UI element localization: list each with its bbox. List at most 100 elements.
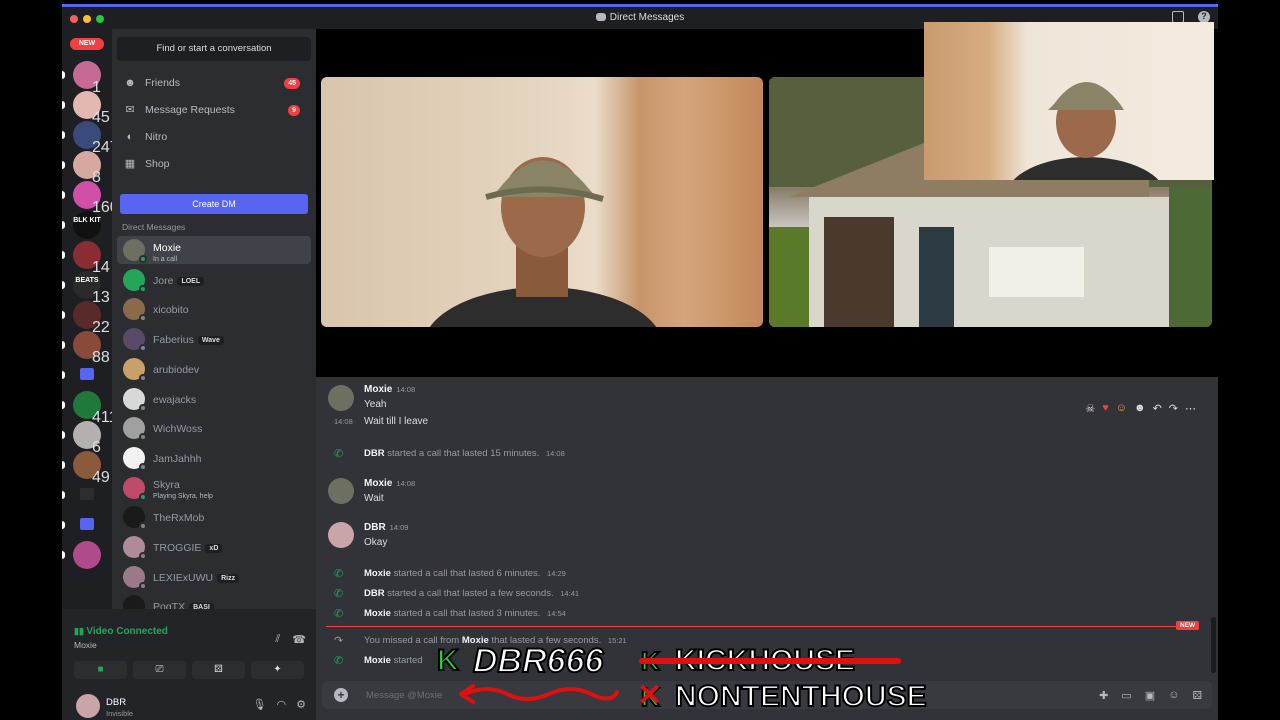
chat-scrollbar[interactable] (1211, 617, 1216, 673)
message-time: 14:41 (560, 589, 579, 598)
headphones-icon[interactable]: ◠ (277, 698, 287, 711)
reply-icon[interactable]: ↶ (1153, 402, 1162, 415)
sticker-icon[interactable]: ▣ (1145, 689, 1155, 702)
dm-item-xicobito[interactable]: xicobito (117, 295, 311, 323)
emoji-icon[interactable]: ☺ (1168, 689, 1179, 702)
dm-text: Jore LOEL (153, 271, 205, 289)
unread-pill (62, 221, 65, 229)
dm-item-faberius[interactable]: Faberius Wave (117, 325, 311, 353)
unread-pill (62, 71, 65, 79)
message-author[interactable]: Moxie 14:08 (364, 478, 415, 489)
dm-name: TheRxMob (153, 512, 205, 525)
system-message: DBR started a call that lasted 15 minute… (364, 448, 565, 459)
noise-suppression-icon[interactable]: ⫽ (275, 633, 280, 646)
dm-name: Skyra (153, 479, 180, 492)
user-controls: 🎙︎ ◠ ⚙ (253, 698, 306, 711)
dm-item-ewajacks[interactable]: ewajacks (117, 385, 311, 413)
dm-item-therxmob[interactable]: TheRxMob (117, 503, 311, 531)
message-author[interactable]: Moxie 14:08 (364, 384, 415, 395)
dm-item-jamjahhh[interactable]: JamJahhh (117, 444, 311, 472)
more-icon[interactable]: ⋯ (1185, 402, 1196, 415)
pip-video-tile[interactable] (924, 22, 1214, 237)
nav-label: Shop (145, 158, 170, 170)
plus-icon[interactable]: + (334, 688, 348, 702)
create-dm-button[interactable]: Create DM (120, 194, 308, 214)
dm-item-skyra[interactable]: Skyra Playing Skyra, help (117, 474, 311, 502)
message-time: 14:29 (547, 569, 566, 578)
new-messages-divider (326, 626, 1198, 627)
dm-item-moxie[interactable]: Moxie In a call (117, 236, 311, 264)
gift-icon[interactable]: ✚ (1099, 689, 1108, 702)
avatar (123, 565, 147, 590)
system-message: Moxie started a call that lasted 3 minut… (364, 608, 566, 619)
dm-item-arubiodev[interactable]: arubiodev (117, 355, 311, 383)
message-time: 14:08 (396, 385, 416, 394)
avatar[interactable] (328, 478, 354, 504)
dm-item-lexiexuwu[interactable]: LEXIExUWU Rizz (117, 563, 311, 591)
message-text: Wait (364, 493, 384, 504)
avatar[interactable] (76, 694, 100, 718)
dm-text: TROGGIE xD (153, 538, 223, 556)
server-icon[interactable] (73, 541, 101, 569)
message-time: 14:08 (545, 449, 565, 458)
folder-icon (80, 368, 94, 380)
dm-item-troggie[interactable]: TROGGIE xD (117, 533, 311, 561)
nav-friends[interactable]: ☻ Friends 45 (120, 72, 308, 94)
avatar[interactable] (328, 522, 354, 548)
screen: Direct Messages ? NEW 1 45 247 8 160 BLK KIT 1… (0, 0, 1280, 720)
robot-icon (80, 488, 94, 500)
avatar (123, 536, 147, 560)
unread-pill (62, 551, 65, 559)
activity-button[interactable]: ⚄ (192, 661, 245, 679)
skull-icon[interactable]: ☠ (1085, 402, 1095, 415)
screen-share-button[interactable]: ⎚ (133, 661, 186, 679)
dm-name: Faberius (153, 334, 194, 347)
dm-item-jore[interactable]: Jore LOEL (117, 266, 311, 294)
status-indicator (139, 462, 147, 471)
avatar (123, 476, 147, 501)
server-icon[interactable]: BLK KIT (73, 211, 101, 239)
nav-nitro[interactable]: ◐ Nitro (120, 126, 308, 148)
server-icon[interactable] (73, 481, 101, 509)
server-icon[interactable] (73, 361, 101, 389)
dm-name: WichWoss (153, 423, 203, 436)
add-reaction-icon[interactable]: ☻ (1134, 402, 1146, 415)
voice-status: ▮▮ Video Connected (74, 626, 168, 637)
unread-pill (62, 161, 65, 169)
forward-icon[interactable]: ↷ (1169, 402, 1178, 415)
nav-message-requests[interactable]: ✉ Message Requests 9 (120, 99, 308, 121)
avatar[interactable] (328, 385, 354, 411)
dm-item-wichwoss[interactable]: WichWoss (117, 414, 311, 442)
friends-badge: 45 (284, 77, 300, 89)
voice-status-title: Video Connected (86, 626, 168, 637)
laugh-icon[interactable]: ☺ (1116, 402, 1127, 415)
participant-video (1006, 82, 1166, 237)
create-dm-label: Create DM (192, 199, 236, 209)
unread-pill (62, 461, 65, 469)
nav-shop[interactable]: ▦ Shop (120, 153, 308, 175)
voice-channel[interactable]: Moxie (74, 640, 97, 650)
gif-icon[interactable]: ▭ (1121, 689, 1131, 702)
dm-tag: Rizz (217, 573, 240, 583)
search-conversation-button[interactable]: Find or start a conversation (117, 37, 311, 61)
soundboard-button[interactable]: ✦ (251, 661, 304, 679)
message-time: 14:08 (334, 417, 353, 426)
status-indicator (139, 492, 147, 501)
friends-icon: ☻ (124, 77, 136, 89)
microphone-icon[interactable]: 🎙︎ (253, 698, 267, 711)
voice-panel: ▮▮ Video Connected Moxie ⫽ ☎ ■ ⎚ ⚄ ✦ DBR… (62, 609, 316, 720)
message-input[interactable]: Message @Moxie (366, 690, 442, 701)
camera-button[interactable]: ■ (74, 661, 127, 679)
avatar (123, 417, 147, 442)
message-author[interactable]: DBR 14:09 (364, 522, 408, 533)
heart-icon[interactable]: ♥ (1102, 402, 1109, 415)
gear-icon[interactable]: ⚙ (296, 698, 306, 711)
disconnect-icon[interactable]: ☎ (292, 633, 306, 646)
system-text: started a call that lasted 15 minutes. (387, 448, 540, 459)
dm-name: LEXIExUWU (153, 571, 214, 584)
system-text: started a call that lasted 6 minutes. (393, 568, 541, 579)
video-tile-moxie[interactable] (321, 77, 763, 327)
message-actions: ☠ ♥ ☺ ☻ ↶ ↷ ⋯ (1085, 402, 1196, 415)
server-icon[interactable] (73, 511, 101, 539)
apps-icon[interactable]: ⚄ (1192, 689, 1202, 702)
